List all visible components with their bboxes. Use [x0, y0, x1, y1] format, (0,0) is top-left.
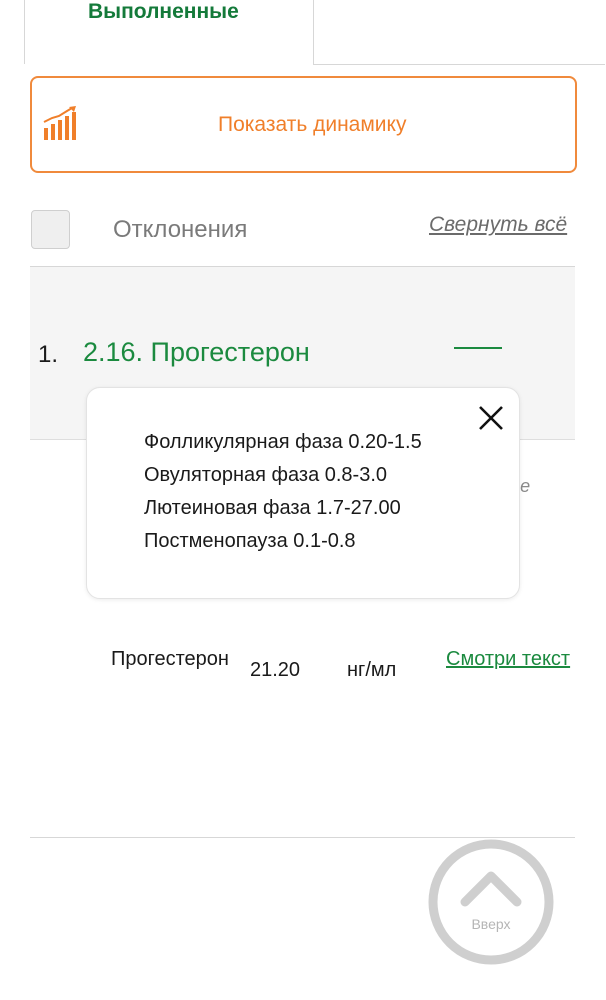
collapse-section-icon[interactable]: [454, 347, 502, 349]
scroll-to-top-label: Вверх: [471, 916, 511, 932]
tab-completed-label[interactable]: Выполненные: [88, 0, 239, 24]
show-dynamics-button[interactable]: Показать динамику: [30, 76, 577, 173]
result-value: 21.20: [250, 659, 301, 681]
reference-range-line: Постменопауза 0.1-0.8: [144, 530, 356, 552]
test-number: 1.: [38, 341, 59, 368]
deviations-label: Отклонения: [113, 216, 248, 243]
reference-range-line: Фолликулярная фаза 0.20-1.5: [144, 431, 422, 453]
result-unit: нг/мл: [347, 659, 397, 681]
test-title[interactable]: 2.16. Прогестерон: [83, 337, 310, 368]
close-icon[interactable]: [477, 404, 505, 432]
result-analyte-name: Прогестерон: [111, 648, 229, 670]
reference-ranges-popup: Фолликулярная фаза 0.20-1.5 Овуляторная …: [86, 387, 520, 599]
see-text-link[interactable]: Смотри текст: [446, 646, 574, 673]
collapse-all-link[interactable]: Свернуть всё: [429, 213, 567, 237]
chevron-up-icon: [428, 839, 554, 965]
deviations-checkbox[interactable]: [31, 210, 70, 249]
reference-range-line: Лютеиновая фаза 1.7-27.00: [144, 497, 401, 519]
show-dynamics-label: Показать динамику: [218, 113, 407, 136]
reference-range-line: Овуляторная фаза 0.8-3.0: [144, 464, 388, 486]
tab-other[interactable]: [313, 0, 605, 65]
bar-chart-growth-icon: [43, 106, 76, 140]
scroll-to-top-button[interactable]: Вверх: [427, 838, 555, 966]
